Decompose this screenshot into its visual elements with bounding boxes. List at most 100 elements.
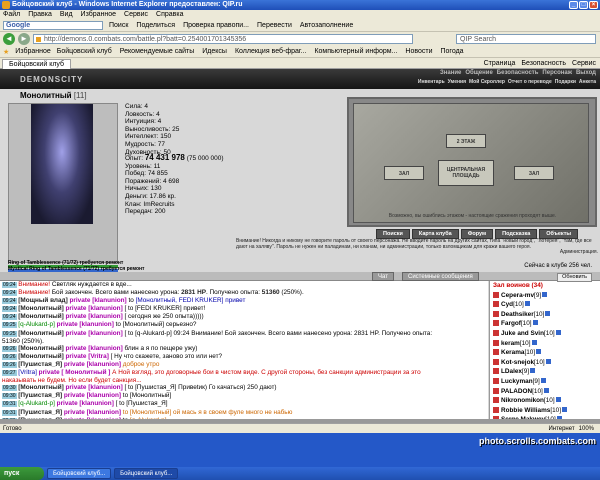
task-1[interactable]: Бойцовский клуб... (47, 468, 112, 479)
refresh-button[interactable]: Обновить (557, 273, 592, 282)
chat-log[interactable]: 09:24 Внимание! Светляк нуждается в вде.… (0, 281, 488, 419)
game-nav-item[interactable]: Безопасность (497, 70, 539, 76)
user-name[interactable]: LDalex (501, 368, 522, 375)
start-button[interactable]: пуск (0, 467, 44, 480)
menu-item[interactable]: Файл (3, 10, 20, 20)
toolbar-item[interactable]: Перевести (257, 22, 292, 29)
chat-text[interactable]: private [Vritra] (64, 353, 109, 360)
menu-item[interactable]: Вид (60, 10, 73, 20)
info-icon[interactable] (555, 329, 561, 335)
info-icon[interactable] (545, 310, 551, 316)
user-name[interactable]: Robbie Williams (501, 407, 550, 414)
user-entry[interactable]: LDalex[9] (493, 367, 600, 377)
toolbar-item[interactable]: Поделиться (136, 22, 175, 29)
game-subnav-item[interactable]: Умения (448, 79, 466, 85)
info-icon[interactable] (561, 406, 567, 412)
game-nav-item[interactable]: Общение (465, 70, 492, 76)
game-subnav-item[interactable]: Инвентарь (418, 79, 445, 85)
user-entry[interactable]: Juke and Svin[10] (493, 329, 600, 339)
user-name[interactable]: Nikronomikon (501, 397, 544, 404)
game-nav-item[interactable]: Персонаж (542, 70, 572, 76)
close-button[interactable]: × (589, 1, 598, 9)
chat-text[interactable]: private [klanunion] (62, 409, 121, 416)
tab-cmd[interactable]: Безопасность (521, 60, 566, 67)
favorite-item[interactable]: Погода (441, 48, 464, 55)
favorite-item[interactable]: Новости (405, 48, 432, 55)
info-icon[interactable] (530, 368, 536, 374)
chat-text[interactable]: [Пушистая_Я] (18, 361, 62, 368)
chat-text[interactable]: 51360 (262, 289, 280, 296)
favorites-button[interactable]: Избранное (15, 48, 50, 55)
game-subnav-item[interactable]: Отчет о переводе (508, 79, 552, 85)
game-subnav-item[interactable]: Анкета (579, 79, 596, 85)
user-name[interactable]: keram (501, 340, 520, 347)
info-icon[interactable] (531, 339, 537, 345)
chat-text[interactable]: private [klanunion] (62, 361, 121, 368)
user-name[interactable]: Deathsiker (501, 311, 534, 318)
toolbar-item[interactable]: Автозаполнение (300, 22, 353, 29)
favorite-item[interactable]: Бойцовский клуб (57, 48, 112, 55)
chat-text[interactable]: private [klanunion] (55, 321, 114, 328)
info-icon[interactable] (540, 377, 546, 383)
chat-text[interactable]: private [klanunion] (64, 305, 123, 312)
menu-item[interactable]: Сервис (124, 10, 148, 20)
chat-text[interactable]: private [klanunion] (64, 313, 123, 320)
info-icon[interactable] (536, 349, 542, 355)
tab-chat[interactable]: Чат (372, 272, 394, 281)
qip-search-input[interactable]: QIP Search (456, 34, 596, 44)
chat-text[interactable]: 2831 HP (181, 289, 206, 296)
task-2[interactable]: Бойцовский клуб... (114, 468, 179, 479)
user-name[interactable]: Fargof (501, 320, 521, 327)
room-central[interactable]: ЦЕНТРАЛЬНАЯ ПЛОЩАДЬ (438, 160, 494, 186)
chat-text[interactable]: [Монолитный] (18, 345, 63, 352)
chat-text[interactable]: [Пушистая_Я] (18, 392, 62, 399)
chat-text[interactable]: [Монолитный] (18, 313, 63, 320)
user-entry[interactable]: Kot-snejok[10] (493, 358, 600, 368)
user-entry[interactable]: PALADON[10] (493, 387, 600, 397)
tab-system[interactable]: Системные сообщения (402, 272, 479, 281)
google-search-box[interactable]: Google (3, 21, 103, 30)
user-name[interactable]: Luckyman (501, 378, 533, 385)
room-hall-left[interactable]: ЗАЛ (384, 166, 424, 180)
chat-text[interactable]: [Монолитный] (18, 353, 63, 360)
favorite-item[interactable]: Компьютерный информ... (314, 48, 397, 55)
info-icon[interactable] (555, 397, 561, 403)
chat-text[interactable]: private [klanunion] (68, 297, 126, 304)
chat-text[interactable]: [Мощный влад] (18, 297, 67, 304)
favorite-item[interactable]: Рекомендуемые сайты (120, 48, 194, 55)
info-icon[interactable] (543, 387, 549, 393)
favorite-item[interactable]: Идексы (202, 48, 227, 55)
user-name[interactable]: Cyd (501, 301, 513, 308)
game-nav-item[interactable]: Знание (440, 70, 461, 76)
chat-text[interactable]: private [klanunion] (55, 400, 114, 407)
chat-text[interactable]: private [klanunion] (64, 345, 123, 352)
room-hall-right[interactable]: ЗАЛ (514, 166, 554, 180)
game-subnav-item[interactable]: Мой Скроллер (469, 79, 505, 85)
zoom-level[interactable]: 100% (579, 426, 594, 432)
menu-item[interactable]: Справка (156, 10, 183, 20)
chat-text[interactable]: [Монолитный] (18, 384, 63, 391)
minimize-button[interactable]: _ (569, 1, 578, 9)
user-entry[interactable]: Cepera-mv[9] (493, 291, 600, 301)
tab-cmd[interactable]: Сервис (572, 60, 596, 67)
menu-item[interactable]: Правка (28, 10, 52, 20)
favorite-item[interactable]: Коллекция веб-фраг... (235, 48, 306, 55)
menu-item[interactable]: Избранное (81, 10, 116, 20)
room-floor2[interactable]: 2 ЭТАЖ (446, 134, 486, 148)
chat-text[interactable]: [q-Alukard-p] (18, 400, 55, 407)
game-subnav-item[interactable]: Подарки (555, 79, 576, 85)
user-entry[interactable]: Nikronomikon[10] (493, 396, 600, 406)
chat-text[interactable]: private [ Монолитный ] (37, 369, 111, 376)
user-name[interactable]: Juke and Svin (501, 330, 544, 337)
user-entry[interactable]: Robbie Williams[10] (493, 406, 600, 416)
toolbar-item[interactable]: Поиск (109, 22, 128, 29)
user-entry[interactable]: keram[10] (493, 339, 600, 349)
chat-text[interactable]: private [klanunion] (64, 384, 123, 391)
url-input[interactable]: http://demons.0.combats.com/battle.pl?ba… (33, 34, 413, 44)
chat-text[interactable]: [Монолитный] (18, 305, 63, 312)
info-icon[interactable] (542, 291, 548, 297)
chat-text[interactable]: [q-Alukard-p] (18, 321, 55, 328)
info-icon[interactable] (532, 320, 538, 326)
back-button[interactable]: ◄ (3, 33, 15, 45)
user-name[interactable]: Cepera-mv (501, 292, 534, 299)
